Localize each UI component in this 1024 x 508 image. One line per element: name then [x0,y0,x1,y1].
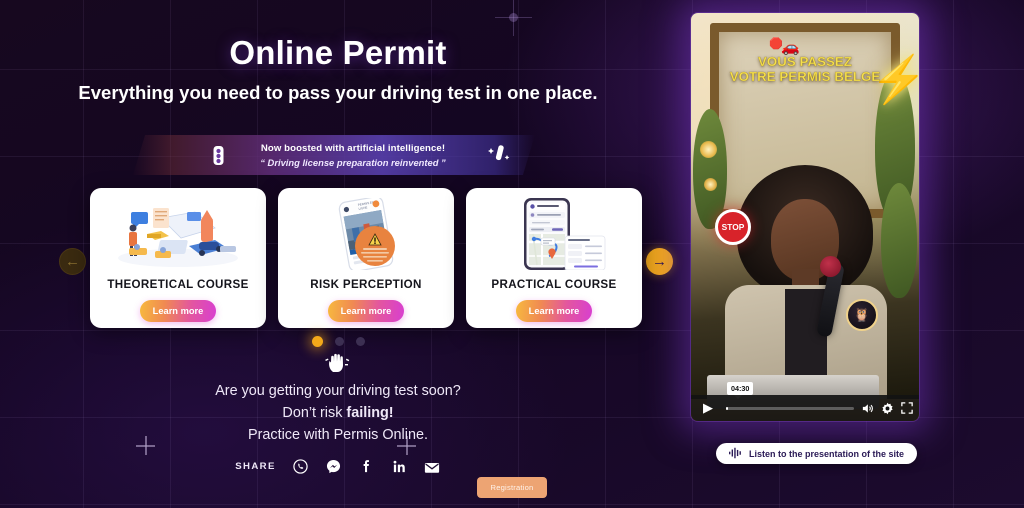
pitch-line-2: Don’t risk failing! [0,403,676,425]
learn-more-button[interactable]: Learn more [140,300,216,322]
play-button-icon[interactable]: ▶ [697,400,719,416]
plant-decor [881,183,917,298]
ai-banner-tagline: “ Driving license preparation reinvented… [260,156,446,168]
video-overlay-line-2: VOTRE PERMIS BELGE [729,68,881,84]
raised-hand-icon [0,352,676,379]
carousel-prev-arrow-icon[interactable]: ← [59,248,86,275]
video-progress-bar[interactable] [726,406,854,410]
microphone-head-decor [820,256,841,277]
pitch-line-3: Practice with Permis Online. [248,426,428,443]
share-label: SHARE [235,461,276,472]
course-card-title: THEORETICAL COURSE [107,278,249,291]
plant-decor [693,109,727,229]
course-card[interactable]: PRACTICAL COURSE Learn more [466,188,642,328]
pitch-line-2-prefix: Don’t risk [282,404,347,421]
fullscreen-icon[interactable] [901,402,913,414]
hero-left-column: Online Permit Everything you need to pas… [0,0,676,508]
owl-logo-icon: 🦉 [846,299,878,331]
course-card[interactable]: THEORETICAL COURSE Learn more [90,188,266,328]
video-player[interactable]: ⚡ 🛑 🚗 VOUS PASSEZ VOTRE PERMIS BELGE STO… [691,13,919,421]
phone-hazard-warning-illustration: PERMIS EN LIGNE [291,196,441,272]
settings-gear-icon[interactable] [881,402,894,415]
audio-waveform-icon [729,447,743,461]
carousel-dot[interactable] [355,337,365,346]
isometric-online-learning-illustration [103,198,253,270]
video-overlay-text: VOUS PASSEZ VOTRE PERMIS BELGE [691,54,919,85]
learn-more-button[interactable]: Learn more [516,300,592,322]
messenger-icon[interactable] [325,458,342,475]
video-controls-bar: ▶ [691,395,919,421]
email-icon[interactable] [424,458,441,475]
video-time-tooltip: 04:30 [727,382,754,399]
lightbulb-decor [700,141,717,158]
pitch-line-2-emphasis: failing! [346,404,394,421]
magic-wand-icon [485,142,513,169]
registration-button[interactable]: Registration [477,477,547,498]
listen-presentation-button[interactable]: Listen to the presentation of the site [716,443,918,464]
facebook-icon[interactable] [358,458,375,475]
phone-map-lessons-illustration [479,198,629,271]
learn-more-button[interactable]: Learn more [328,300,404,322]
course-card-title: PRACTICAL COURSE [491,278,617,291]
stop-sign-icon: STOP [715,209,751,245]
carousel-dot[interactable] [311,336,323,347]
whatsapp-icon[interactable] [292,458,309,475]
carousel-dots [0,336,676,347]
linkedin-icon[interactable] [391,458,408,475]
traffic-light-icon [205,145,231,166]
page-subtitle: Everything you need to pass your driving… [78,82,598,103]
carousel-next-arrow-icon[interactable]: → [646,248,673,275]
volume-icon[interactable] [861,402,874,415]
course-card-title: RISK PERCEPTION [310,278,422,291]
course-card-list: THEORETICAL COURSE Learn more PERMIS EN … [90,188,642,328]
pitch-line-1: Are you getting your driving test soon? [215,383,461,399]
ai-banner-headline: Now boosted with artificial intelligence… [260,142,446,154]
page-title: Online Permit [229,34,447,71]
pitch-text: Are you getting your driving test soon? … [0,381,676,447]
share-bar: SHARE [0,458,676,475]
video-overlay-line-1: VOUS PASSEZ [758,54,852,69]
carousel-dot[interactable] [334,337,344,346]
course-card[interactable]: PERMIS EN LIGNE RISK PERCEPTION Learn mo… [278,188,454,328]
ai-announcement-banner: Now boosted with artificial intelligence… [133,135,535,175]
listen-button-label: Listen to the presentation of the site [749,448,905,459]
lightbulb-decor [704,178,717,191]
